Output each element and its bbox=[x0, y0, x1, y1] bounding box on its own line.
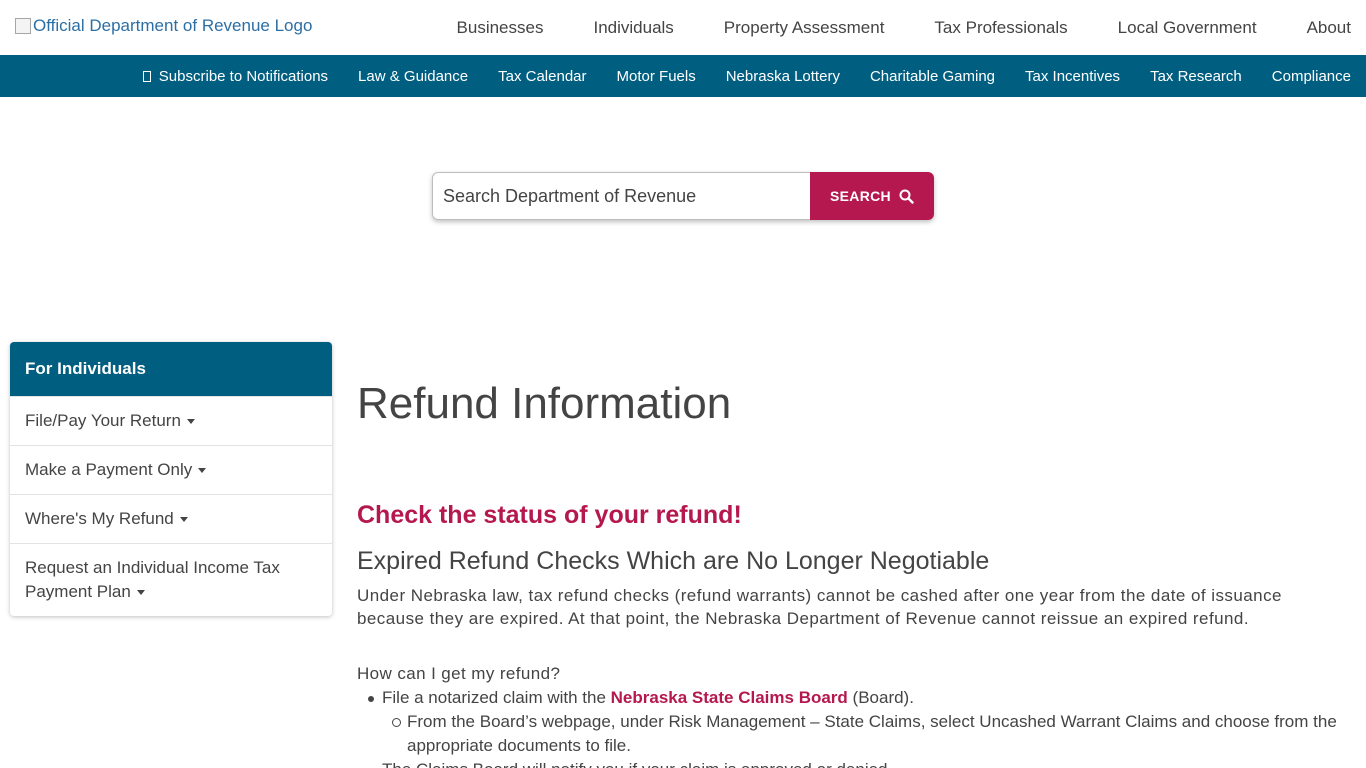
refund-question: How can I get my refund? bbox=[357, 664, 561, 683]
section-heading: Expired Refund Checks Which are No Longe… bbox=[357, 547, 990, 575]
subnav-tax-incentives[interactable]: Tax Incentives bbox=[1025, 68, 1120, 85]
subnav-law-guidance[interactable]: Law & Guidance bbox=[358, 68, 468, 85]
sidebar-item-label: Request an Individual Income Tax Payment… bbox=[25, 558, 280, 601]
sidebar: For Individuals File/Pay Your Return Mak… bbox=[10, 342, 332, 616]
nav-tax-professionals[interactable]: Tax Professionals bbox=[934, 18, 1067, 38]
subscribe-label: Subscribe to Notifications bbox=[158, 67, 329, 85]
main-content: Refund Information Check the status of y… bbox=[357, 378, 1347, 768]
expired-checks-paragraph: Under Nebraska law, tax refund checks (r… bbox=[357, 586, 1282, 628]
sidebar-item-label: Make a Payment Only bbox=[25, 460, 193, 479]
list-item: From the Board’s webpage, under Risk Man… bbox=[391, 710, 1347, 758]
caret-down-icon bbox=[179, 517, 188, 523]
search-icon bbox=[899, 189, 914, 204]
subscribe-notifications-link[interactable]: Subscribe to Notifications bbox=[142, 67, 329, 85]
check-refund-status-link[interactable]: Check the status of your refund! bbox=[357, 500, 1347, 530]
nav-property-assessment[interactable]: Property Assessment bbox=[724, 18, 885, 38]
sidebar-item-label: File/Pay Your Return bbox=[25, 411, 181, 430]
subnav-motor-fuels[interactable]: Motor Fuels bbox=[617, 68, 696, 85]
bullet-text: (Board). bbox=[847, 688, 914, 707]
list-item: The Claims Board will notify you if your… bbox=[366, 758, 1347, 768]
subnav-charitable-gaming[interactable]: Charitable Gaming bbox=[870, 68, 995, 85]
logo-alt-text: Official Department of Revenue Logo bbox=[33, 16, 313, 35]
sidebar-item-label: Where's My Refund bbox=[25, 509, 174, 528]
caret-down-icon bbox=[186, 419, 195, 425]
site-logo[interactable]: Official Department of Revenue Logo bbox=[15, 16, 312, 36]
sidebar-item-file-pay[interactable]: File/Pay Your Return bbox=[10, 396, 332, 445]
subnav-compliance[interactable]: Compliance bbox=[1272, 68, 1351, 85]
sidebar-item-wheres-my-refund[interactable]: Where's My Refund bbox=[10, 494, 332, 543]
page-title: Refund Information bbox=[357, 379, 732, 428]
nav-individuals[interactable]: Individuals bbox=[593, 18, 673, 38]
search-input[interactable] bbox=[432, 172, 810, 220]
secondary-nav: Subscribe to Notifications Law & Guidanc… bbox=[0, 55, 1366, 97]
caret-down-icon bbox=[198, 468, 207, 474]
list-item: File a notarized claim with the Nebraska… bbox=[366, 686, 1347, 758]
sub-list: From the Board’s webpage, under Risk Man… bbox=[391, 710, 1347, 758]
nav-businesses[interactable]: Businesses bbox=[457, 18, 544, 38]
primary-nav: Businesses Individuals Property Assessme… bbox=[457, 0, 1351, 55]
sidebar-title: For Individuals bbox=[10, 342, 332, 396]
nav-local-government[interactable]: Local Government bbox=[1118, 18, 1257, 38]
subnav-nebraska-lottery[interactable]: Nebraska Lottery bbox=[726, 68, 840, 85]
claims-board-link[interactable]: Nebraska State Claims Board bbox=[611, 688, 848, 707]
sidebar-item-payment-plan[interactable]: Request an Individual Income Tax Payment… bbox=[10, 543, 332, 616]
top-header: Official Department of Revenue Logo Busi… bbox=[0, 0, 1366, 55]
search-button[interactable]: SEARCH bbox=[810, 172, 934, 220]
search-bar: SEARCH bbox=[432, 172, 934, 220]
subnav-tax-research[interactable]: Tax Research bbox=[1150, 68, 1242, 85]
bullet-text: File a notarized claim with the bbox=[382, 688, 611, 707]
caret-down-icon bbox=[136, 590, 145, 596]
nav-about[interactable]: About bbox=[1307, 18, 1351, 38]
broken-image-icon bbox=[15, 18, 31, 34]
search-button-label: SEARCH bbox=[830, 188, 891, 204]
refund-steps-list: File a notarized claim with the Nebraska… bbox=[366, 686, 1347, 768]
subnav-tax-calendar[interactable]: Tax Calendar bbox=[498, 68, 586, 85]
sidebar-item-make-payment[interactable]: Make a Payment Only bbox=[10, 445, 332, 494]
notification-icon bbox=[142, 70, 151, 82]
